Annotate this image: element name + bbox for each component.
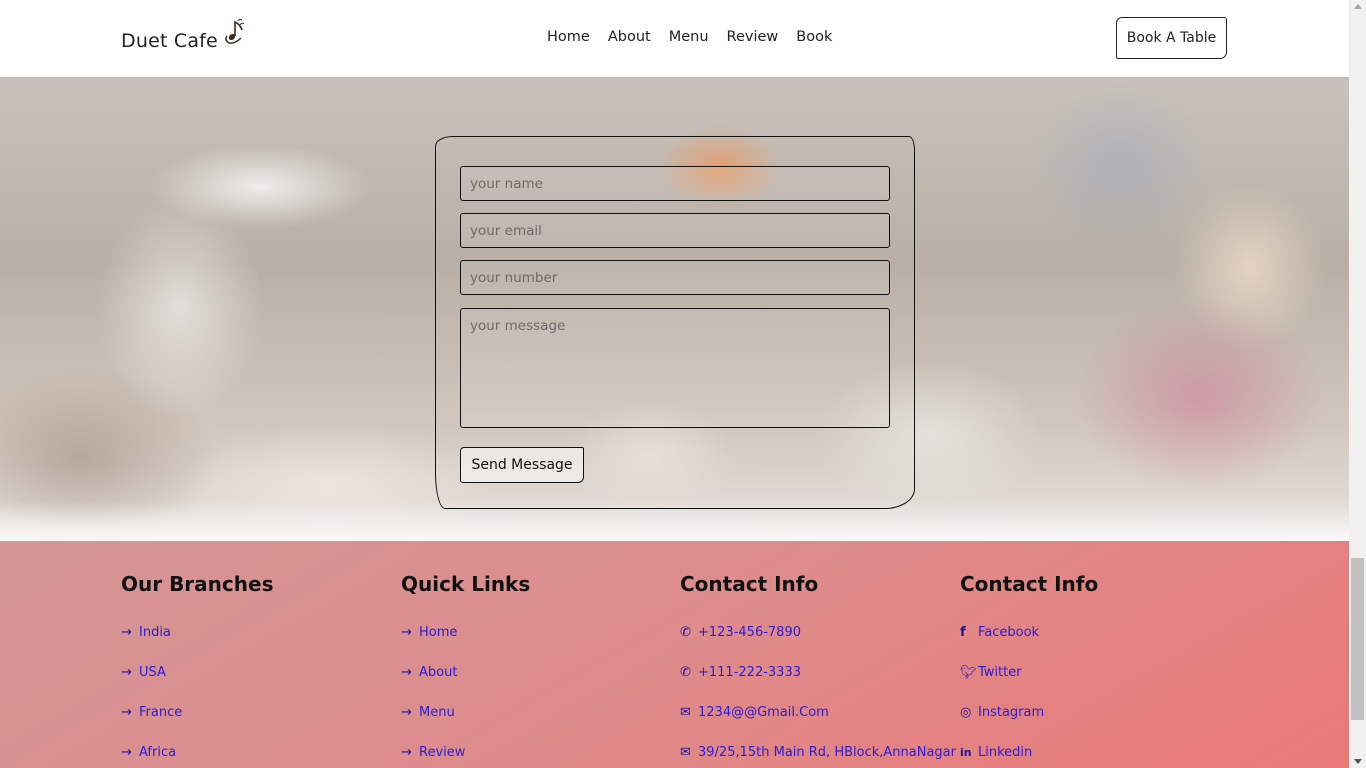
branches-heading: Our Branches [121, 572, 274, 596]
envelope-icon: ✉ [680, 745, 691, 760]
arrow-right-icon: → [401, 745, 412, 760]
nav-about[interactable]: About [608, 29, 651, 45]
main-nav: Home About Menu Review Book [547, 29, 850, 45]
social-link-facebook[interactable]: f Facebook [960, 625, 1039, 640]
site-header: Duet Cafe Home About Menu Review Book Bo… [0, 0, 1349, 77]
social-label: Linkedin [978, 745, 1033, 760]
nav-home[interactable]: Home [547, 29, 590, 45]
quick-link-label: Home [419, 625, 458, 640]
quick-link[interactable]: → About [401, 665, 457, 680]
quick-link[interactable]: → Review [401, 745, 465, 760]
phone-icon: ✆ [680, 625, 691, 640]
arrow-right-icon: → [121, 665, 132, 680]
nav-book[interactable]: Book [796, 29, 832, 45]
branch-label: India [139, 625, 171, 640]
music-note-icon [225, 18, 245, 44]
quick-link-label: Review [419, 745, 466, 760]
arrow-right-icon: → [121, 705, 132, 720]
book-table-button[interactable]: Book A Table [1116, 17, 1227, 59]
contact-label: +111-222-3333 [698, 665, 801, 680]
social-label: Facebook [978, 625, 1040, 640]
page-scrollbar[interactable] [1349, 0, 1366, 768]
nav-menu[interactable]: Menu [669, 29, 709, 45]
linkedin-icon: in [960, 746, 972, 759]
arrow-right-icon: → [401, 665, 412, 680]
scroll-down-arrow-icon[interactable] [1354, 759, 1362, 764]
contact-link[interactable]: ✆ +111-222-3333 [680, 665, 801, 680]
number-input[interactable] [460, 260, 890, 295]
contact-link[interactable]: ✆ +123-456-7890 [680, 625, 801, 640]
arrow-right-icon: → [121, 745, 132, 760]
message-input[interactable] [460, 308, 890, 428]
site-footer: Our Branches → India → USA → France → Africa… [0, 541, 1349, 768]
branch-link[interactable]: → Africa [121, 745, 176, 760]
facebook-icon: f [960, 625, 966, 640]
phone-icon: ✆ [680, 665, 691, 680]
envelope-icon: ✉ [680, 705, 691, 720]
branch-link[interactable]: → France [121, 705, 182, 720]
contact-label: 39/25,15th Main Rd, HBlock,AnnaNagar [698, 745, 956, 760]
contact-link[interactable]: ✉ 39/25,15th Main Rd, HBlock,AnnaNagar [680, 745, 956, 760]
quick-link[interactable]: → Menu [401, 705, 455, 720]
social-link-linkedin[interactable]: in Linkedin [960, 745, 1032, 760]
nav-review[interactable]: Review [727, 29, 779, 45]
quick-link-label: Menu [419, 705, 455, 720]
branch-link[interactable]: → USA [121, 665, 166, 680]
social-link-instagram[interactable]: ◎ Instagram [960, 705, 1044, 720]
arrow-right-icon: → [401, 625, 412, 640]
branch-label: Africa [139, 745, 177, 760]
social-heading: Contact Info [960, 572, 1099, 596]
arrow-right-icon: → [121, 625, 132, 640]
logo-text[interactable]: Duet Cafe [121, 30, 218, 52]
branch-label: France [139, 705, 183, 720]
contact-label: +123-456-7890 [698, 625, 801, 640]
contact-link[interactable]: ✉ 1234@@Gmail.Com [680, 705, 829, 720]
quick-link-label: About [419, 665, 458, 680]
branch-label: USA [139, 665, 166, 680]
twitter-icon: 🐦︎ [960, 665, 977, 680]
email-input[interactable] [460, 213, 890, 248]
branch-link[interactable]: → India [121, 625, 171, 640]
scroll-up-arrow-icon[interactable] [1354, 4, 1362, 9]
arrow-right-icon: → [401, 705, 412, 720]
quick-links-heading: Quick Links [401, 572, 531, 596]
send-message-button[interactable]: Send Message [460, 447, 584, 483]
scrollbar-thumb[interactable] [1351, 558, 1364, 720]
quick-link[interactable]: → Home [401, 625, 457, 640]
contact-label: 1234@@Gmail.Com [698, 705, 829, 720]
social-label: Twitter [978, 665, 1022, 680]
name-input[interactable] [460, 166, 890, 201]
contact-heading: Contact Info [680, 572, 819, 596]
instagram-icon: ◎ [960, 705, 972, 720]
social-link-twitter[interactable]: 🐦︎ Twitter [960, 665, 1022, 680]
social-label: Instagram [978, 705, 1045, 720]
